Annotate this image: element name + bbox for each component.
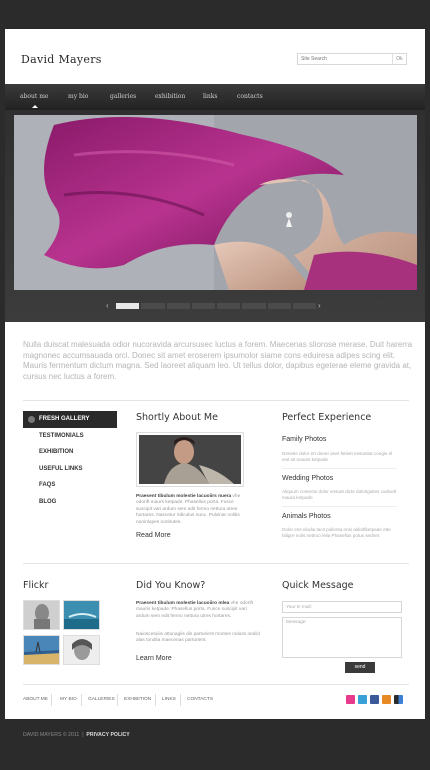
experience-item-title[interactable]: Animals Photos bbox=[282, 513, 331, 520]
site-logo[interactable]: David Mayers bbox=[21, 53, 102, 66]
flickr-thumb[interactable] bbox=[23, 635, 60, 665]
bullet-icon bbox=[28, 416, 35, 423]
search-box: Ok bbox=[297, 53, 407, 65]
nav-my-bio[interactable]: my bio bbox=[68, 93, 88, 100]
rss-icon[interactable] bbox=[382, 695, 391, 704]
know-text-bold: Praesent tibulum molestie lacuoiiro mlea bbox=[136, 601, 230, 606]
message-field[interactable]: Message: bbox=[282, 617, 402, 658]
flickr-title: Flickr bbox=[23, 580, 49, 591]
divider bbox=[23, 684, 409, 685]
experience-title: Perfect Experience bbox=[282, 412, 372, 423]
nav-galleries[interactable]: galleries bbox=[110, 93, 136, 100]
experience-item-text: Dolor enit eludia tacit pullenta onsi al… bbox=[282, 527, 391, 538]
divider bbox=[81, 694, 82, 706]
slider-dot[interactable] bbox=[141, 303, 165, 309]
footer-link-links[interactable]: LINKS bbox=[162, 697, 176, 702]
facebook-icon[interactable] bbox=[370, 695, 379, 704]
sidebar-item-blog[interactable]: BLOG bbox=[23, 494, 117, 511]
header: David Mayers Ok bbox=[5, 29, 425, 84]
slider-dot[interactable] bbox=[191, 303, 215, 309]
about-title: Shortly About Me bbox=[136, 412, 218, 423]
divider bbox=[180, 694, 181, 706]
experience-item-title[interactable]: Family Photos bbox=[282, 436, 326, 443]
email-field[interactable]: Your E-mail: bbox=[282, 601, 402, 613]
slider-dot[interactable] bbox=[242, 303, 266, 309]
nav-about-me[interactable]: about me bbox=[20, 93, 48, 100]
know-text-1: Praesent tibulum molestie lacuoiiro mlea… bbox=[136, 601, 261, 620]
nav-exhibition[interactable]: exhibition bbox=[155, 93, 185, 100]
thumbnail-image bbox=[64, 601, 99, 629]
main-nav: about me my bio galleries exhibition lin… bbox=[5, 84, 425, 110]
divider bbox=[23, 563, 409, 564]
sidebar-item-testimonials[interactable]: TESTIMONIALS bbox=[23, 428, 117, 445]
search-button[interactable]: Ok bbox=[392, 54, 406, 64]
experience-item-title[interactable]: Wedding Photos bbox=[282, 475, 333, 482]
sidebar-menu: FRESH GALLERY TESTIMONIALS EXHIBITION US… bbox=[23, 411, 117, 510]
about-photo bbox=[136, 432, 244, 487]
slider-next-arrow-icon[interactable]: › bbox=[318, 301, 321, 310]
thumbnail-image bbox=[24, 601, 59, 629]
message-title: Quick Message bbox=[282, 580, 354, 591]
slider-dot[interactable] bbox=[217, 303, 241, 309]
send-button[interactable]: send bbox=[345, 662, 375, 673]
footer-link-about-me[interactable]: ABOUT ME bbox=[23, 697, 48, 702]
man-portrait-image bbox=[139, 435, 241, 484]
intro-text: Nulla duiscat malesuada odior nucoravida… bbox=[23, 340, 413, 381]
twitter-icon[interactable] bbox=[358, 695, 367, 704]
experience-item-text: Denetie dolor ert doner anet fetiset ens… bbox=[282, 451, 393, 462]
footer-link-exhibition[interactable]: EXHIBITION bbox=[124, 697, 151, 702]
flickr-thumb[interactable] bbox=[63, 635, 100, 665]
banner-portrait-image bbox=[14, 115, 417, 290]
privacy-policy-link[interactable]: PRIVACY POLICY bbox=[86, 732, 129, 738]
copyright-text: DAVID MAYERS © 2011 bbox=[23, 732, 80, 738]
divider bbox=[155, 694, 156, 706]
slider-dot[interactable] bbox=[166, 303, 190, 309]
sidebar-item-label: FRESH GALLERY bbox=[39, 416, 90, 422]
divider bbox=[282, 506, 397, 507]
nav-links[interactable]: links bbox=[203, 93, 217, 100]
divider bbox=[23, 400, 409, 401]
know-learn-more-link[interactable]: Learn More bbox=[136, 655, 172, 662]
thumbnail-image bbox=[24, 636, 59, 664]
slider-pager bbox=[116, 303, 316, 309]
slider-dot[interactable] bbox=[267, 303, 291, 309]
flickr-icon[interactable] bbox=[346, 695, 355, 704]
about-text: Praesent tibulum molestie lacuoiirs nuer… bbox=[136, 494, 242, 526]
footer-link-galleries[interactable]: GALLERIES bbox=[88, 697, 115, 702]
nav-contacts[interactable]: contacts bbox=[237, 93, 263, 100]
thumbnail-image bbox=[64, 636, 99, 664]
nav-active-indicator bbox=[32, 105, 38, 108]
sidebar-item-faqs[interactable]: FAQS bbox=[23, 477, 117, 494]
delicious-icon[interactable] bbox=[394, 695, 403, 704]
slider-dot[interactable] bbox=[292, 303, 316, 309]
flickr-thumb[interactable] bbox=[63, 600, 100, 630]
experience-item-text: Aliquum contecte dolor ensuet dicte dolo… bbox=[282, 489, 397, 500]
about-text-bold: Praesent tibulum molestie lacuoiirs nuer… bbox=[136, 494, 232, 499]
divider bbox=[51, 694, 52, 706]
slider-dot[interactable] bbox=[116, 303, 140, 309]
know-title: Did You Know? bbox=[136, 580, 206, 591]
sidebar-item-exhibition[interactable]: EXHIBITION bbox=[23, 444, 117, 461]
know-text-2: Naioscetuiiis attunagiis dis parturient … bbox=[136, 632, 260, 644]
footer-link-my-bio[interactable]: MY BIO bbox=[60, 697, 77, 702]
footer-copyright: DAVID MAYERS © 2011 | PRIVACY POLICY bbox=[23, 732, 130, 738]
sidebar-item-useful-links[interactable]: USEFUL LINKS bbox=[23, 461, 117, 478]
sidebar-item-fresh-gallery[interactable]: FRESH GALLERY bbox=[23, 411, 117, 428]
divider bbox=[117, 694, 118, 706]
about-read-more-link[interactable]: Read More bbox=[136, 532, 171, 539]
slider-prev-arrow-icon[interactable]: ‹ bbox=[106, 301, 109, 310]
flickr-thumb[interactable] bbox=[23, 600, 60, 630]
divider bbox=[282, 468, 397, 469]
footer-link-contacts[interactable]: CONTACTS bbox=[187, 697, 213, 702]
banner-image bbox=[14, 115, 417, 290]
search-input[interactable] bbox=[298, 54, 392, 64]
